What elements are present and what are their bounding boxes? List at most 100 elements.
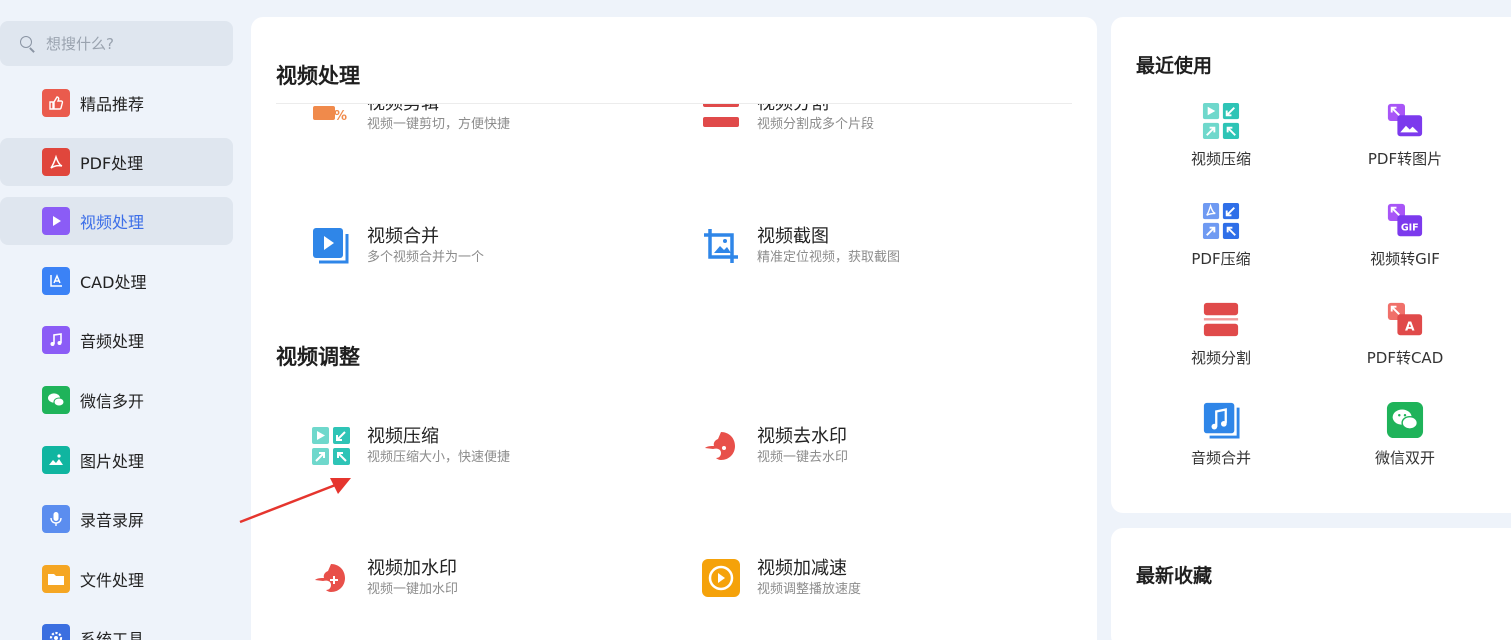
tool-name: 视频压缩 [367,426,439,447]
recent-item-audio-merge[interactable]: 音频合并 [1146,400,1296,468]
pdf-to-image-icon [1385,101,1425,141]
recent-panel: 最近使用 视频压缩 PDF转图片 PDF压缩 GIF 视频转GIF 视频分割 A… [1111,17,1511,513]
sidebar-item-cad[interactable]: CAD处理 [0,257,233,305]
thumbs-up-icon [42,89,70,117]
tool-video-compress[interactable]: 视频压缩 视频压缩大小，快速便捷 [311,425,510,467]
sidebar-item-wechat[interactable]: 微信多开 [0,376,233,424]
tool-add-watermark[interactable]: 视频加水印 视频一键加水印 [311,557,458,599]
favorites-panel: 最新收藏 [1111,528,1511,640]
recent-item-pdf-compress[interactable]: PDF压缩 [1146,201,1296,269]
recent-item-label: 音频合并 [1190,449,1251,467]
tool-video-speed[interactable]: 视频加减速 视频调整播放速度 [701,557,861,599]
sidebar-item-record[interactable]: 录音录屏 [0,495,233,543]
tool-desc: 视频压缩大小，快速便捷 [367,450,511,465]
annotation-arrow-icon [239,478,351,524]
favorites-title: 最新收藏 [1136,565,1213,587]
recent-item-pdf-to-cad[interactable]: A PDF转CAD [1330,300,1480,368]
tool-name: 视频分割 [757,104,874,116]
tool-name: 视频合并 [367,226,439,247]
main-panel: 视频处理 % 视频剪辑 视频一键剪切，方便快捷 视频分割 视频分割成多个片段 [251,17,1097,640]
sidebar-item-recommended[interactable]: 精品推荐 [0,79,233,127]
recent-item-video-split[interactable]: 视频分割 [1146,300,1296,368]
gear-icon [42,624,70,640]
tool-desc: 视频一键剪切，方便快捷 [367,117,511,132]
svg-text:GIF: GIF [1401,223,1419,234]
sidebar-item-system[interactable]: 系统工具 [0,614,233,640]
sidebar-item-file[interactable]: 文件处理 [0,555,233,603]
pdf-to-cad-icon: A [1385,300,1425,340]
sidebar-item-image[interactable]: 图片处理 [0,436,233,484]
sidebar-item-pdf[interactable]: PDF处理 [0,138,233,186]
sidebar-item-audio[interactable]: 音频处理 [0,316,233,364]
image-icon [42,446,70,474]
microphone-icon [42,505,70,533]
wechat-icon [42,386,70,414]
sidebar-item-label: 录音录屏 [80,511,145,530]
tool-video-merge[interactable]: 视频合并 多个视频合并为一个 [311,225,484,267]
tool-desc: 视频调整播放速度 [757,582,862,597]
recent-item-label: PDF压缩 [1191,250,1251,268]
tool-desc: 视频一键加水印 [367,582,459,597]
sidebar-item-label: 音频处理 [80,332,145,351]
sidebar-item-video[interactable]: 视频处理 [0,197,233,245]
speed-icon [701,558,741,598]
sidebar-item-label: CAD处理 [80,273,147,292]
video-merge-icon [311,226,351,266]
recent-title: 最近使用 [1136,55,1213,77]
video-split-icon [701,104,741,133]
sidebar-item-label: 文件处理 [80,571,145,590]
recent-item-label: 微信双开 [1374,449,1435,467]
tool-name: 视频去水印 [757,426,847,447]
scrolled-row: % 视频剪辑 视频一键剪切，方便快捷 视频分割 视频分割成多个片段 [251,104,1097,164]
tool-desc: 精准定位视频，获取截图 [757,250,901,265]
tool-desc: 多个视频合并为一个 [367,250,485,265]
compress-icon [311,426,351,466]
audio-merge-icon [1201,400,1241,440]
video-play-icon [42,207,70,235]
tool-name: 视频截图 [757,226,829,247]
compress-icon [1201,101,1241,141]
video-to-gif-icon: GIF [1385,201,1425,241]
recent-item-label: PDF转CAD [1366,349,1444,367]
recent-item-label: 视频压缩 [1190,150,1251,168]
section-title-video-processing: 视频处理 [276,64,360,88]
tool-name: 视频加水印 [367,558,457,579]
tool-name: 视频加减速 [757,558,847,579]
sidebar-item-label: 微信多开 [80,392,145,411]
sidebar-item-label: PDF处理 [80,154,144,173]
tool-remove-watermark[interactable]: 视频去水印 视频一键去水印 [701,425,848,467]
section-title-video-adjust: 视频调整 [276,345,360,369]
wechat-icon [1385,400,1425,440]
sidebar-item-label: 系统工具 [80,630,145,640]
tool-video-split-partial[interactable]: 视频分割 视频分割成多个片段 [701,104,874,134]
recent-item-label: 视频转GIF [1370,250,1440,268]
pdf-compress-icon [1201,201,1241,241]
music-note-icon [42,326,70,354]
svg-text:A: A [1405,319,1415,333]
add-watermark-icon [311,558,351,598]
recent-item-label: 视频分割 [1190,349,1251,367]
tool-desc: 视频分割成多个片段 [757,117,875,132]
cad-icon [42,267,70,295]
tool-name: 视频剪辑 [367,104,510,116]
sidebar-item-label: 视频处理 [80,213,145,232]
tool-desc: 视频一键去水印 [757,450,849,465]
sidebar-item-label: 图片处理 [80,452,145,471]
video-cut-icon: % [311,104,351,133]
recent-item-video-to-gif[interactable]: GIF 视频转GIF [1330,201,1480,269]
svg-text:%: % [334,109,347,124]
sidebar: 想搜什么? 精品推荐 PDF处理 视频处理 CAD处理 音频处理 微信多开 图片… [0,0,240,640]
recent-item-wechat-dual[interactable]: 微信双开 [1330,400,1480,468]
recent-item-video-compress[interactable]: 视频压缩 [1146,101,1296,169]
video-split-icon [1201,300,1241,340]
pdf-icon [42,148,70,176]
tool-video-cut[interactable]: % 视频剪辑 视频一键剪切，方便快捷 [311,104,510,134]
folder-icon [42,565,70,593]
tool-video-screenshot[interactable]: 视频截图 精准定位视频，获取截图 [701,225,900,267]
recent-item-pdf-to-image[interactable]: PDF转图片 [1330,101,1480,169]
remove-watermark-icon [701,426,741,466]
crop-screenshot-icon [701,226,741,266]
search-icon [20,35,36,52]
recent-item-label: PDF转图片 [1367,150,1443,168]
search-box[interactable]: 想搜什么? [0,21,233,66]
